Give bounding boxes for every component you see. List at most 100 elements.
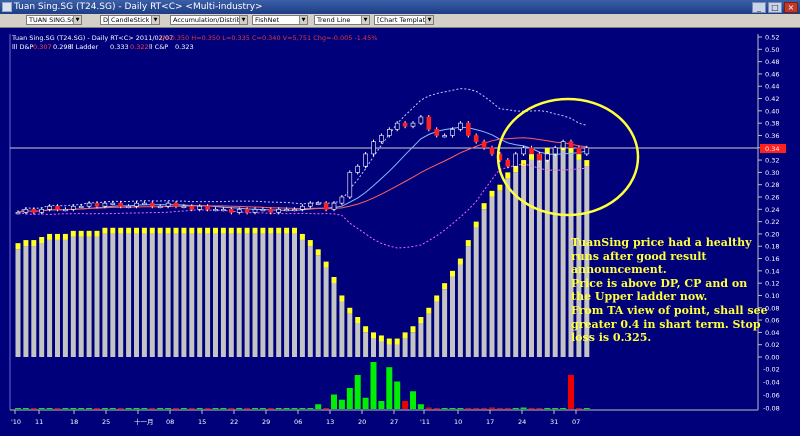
ladder-upper-bar bbox=[410, 326, 416, 333]
ladder-lower-bar bbox=[418, 323, 424, 357]
window-titlebar[interactable]: Tuan Sing.SG (T24.SG) - Daily RT<C> <Mul… bbox=[0, 0, 800, 14]
ladder-lower-bar bbox=[23, 246, 29, 357]
volume-bar bbox=[575, 408, 582, 409]
ladder-lower-bar bbox=[268, 233, 274, 357]
y-tick-label: 0.50 bbox=[765, 46, 779, 54]
price-chart[interactable]: Tuan Sing.SG (T24.SG) - Daily RT<C> 2011… bbox=[0, 28, 800, 436]
ladder-lower-bar bbox=[118, 233, 124, 357]
volume-bar bbox=[473, 408, 480, 409]
ladder-lower-bar bbox=[78, 236, 84, 357]
ladder-lower-bar bbox=[529, 159, 534, 357]
candle bbox=[284, 209, 289, 212]
volume-bar bbox=[46, 408, 53, 409]
candle bbox=[118, 202, 123, 207]
y-tick-label: 0.10 bbox=[765, 292, 779, 300]
ladder-lower-bar bbox=[442, 289, 448, 357]
ladder-lower-bar bbox=[62, 239, 68, 357]
volume-bar bbox=[394, 381, 401, 409]
volume-bar bbox=[560, 408, 567, 409]
indicator-value: 0.322 bbox=[130, 43, 149, 51]
ladder-upper-bar bbox=[220, 227, 226, 234]
y-tick-label: -0.04 bbox=[763, 379, 780, 387]
ladder-upper-bar bbox=[228, 227, 234, 234]
y-tick-label: 0.16 bbox=[765, 255, 779, 263]
x-tick-label: 20 bbox=[358, 418, 366, 426]
volume-bar bbox=[141, 408, 148, 409]
ladder-upper-bar bbox=[426, 307, 432, 314]
y-tick-label: 0.40 bbox=[765, 107, 779, 115]
ladder-upper-bar bbox=[205, 227, 211, 234]
candle bbox=[236, 209, 242, 213]
y-tick-label: -0.06 bbox=[763, 392, 780, 400]
ladder-lower-bar bbox=[213, 233, 218, 357]
ladder-lower-bar bbox=[450, 276, 455, 357]
ladder-upper-bar bbox=[181, 227, 187, 234]
candle bbox=[221, 209, 226, 212]
candle bbox=[442, 135, 447, 138]
ladder-lower-bar bbox=[236, 233, 242, 357]
ladder-lower-bar bbox=[497, 190, 503, 357]
volume-bar bbox=[101, 408, 108, 409]
indicator-label-ladder: ll Ladder bbox=[70, 43, 99, 51]
y-tick-label: 0.30 bbox=[765, 169, 779, 177]
volume-bar bbox=[291, 408, 298, 409]
chevron-down-icon: ▼ bbox=[73, 16, 81, 24]
ladder-upper-bar bbox=[386, 338, 392, 345]
ladder-lower-bar bbox=[70, 236, 76, 357]
ladder-upper-bar bbox=[47, 233, 53, 240]
chart-style-select[interactable]: CandleStick ▼ bbox=[108, 15, 160, 25]
candle bbox=[552, 147, 558, 155]
ladder-lower-bar bbox=[552, 153, 558, 357]
window-title: Tuan Sing.SG (T24.SG) - Daily RT<C> <Mul… bbox=[14, 2, 263, 12]
ladder-upper-bar bbox=[173, 227, 179, 234]
y-tick-label: 0.44 bbox=[765, 83, 779, 91]
ladder-upper-bar bbox=[465, 240, 471, 247]
y-tick-label: 0.12 bbox=[765, 280, 779, 288]
indicator-select-2[interactable]: FishNet ▼ bbox=[252, 15, 308, 25]
ladder-lower-bar bbox=[220, 233, 226, 357]
indicator-label-cp: ll C&P bbox=[149, 43, 168, 51]
annotation-line: From TA view of point, shall see bbox=[571, 303, 768, 317]
y-tick-label: 0.52 bbox=[765, 34, 779, 42]
y-tick-label: 0.42 bbox=[765, 95, 779, 103]
minimize-button[interactable]: _ bbox=[752, 2, 766, 13]
volume-bar bbox=[228, 408, 235, 409]
indicator-select-3[interactable]: Trend Line ▼ bbox=[314, 15, 370, 25]
volume-bar bbox=[117, 408, 124, 409]
volume-bar bbox=[204, 408, 211, 409]
volume-bar bbox=[109, 408, 116, 409]
ladder-upper-bar bbox=[102, 227, 108, 234]
close-button[interactable]: × bbox=[784, 2, 798, 13]
candle bbox=[134, 202, 139, 207]
ladder-upper-bar bbox=[134, 227, 139, 234]
ladder-lower-bar bbox=[402, 338, 408, 357]
ladder-upper-bar bbox=[118, 227, 124, 234]
candle bbox=[276, 209, 282, 213]
ladder-lower-bar bbox=[371, 338, 376, 357]
x-tick-label: 29 bbox=[262, 418, 270, 426]
volume-bar bbox=[275, 408, 282, 409]
maximize-button[interactable]: □ bbox=[768, 2, 782, 13]
current-price-label: 0.34 bbox=[765, 145, 779, 153]
indicator-select-1[interactable]: Accumulation/Distribution▼ bbox=[170, 15, 248, 25]
ladder-lower-bar bbox=[394, 344, 400, 357]
indicator-value: 0.307 bbox=[33, 43, 52, 51]
volume-bar bbox=[346, 388, 353, 409]
template-select[interactable]: [Chart Template] ▼ bbox=[374, 15, 434, 25]
symbol-select[interactable]: TUAN SING.SG ▼ bbox=[26, 15, 82, 25]
volume-bar bbox=[489, 407, 495, 409]
ladder-lower-bar bbox=[228, 233, 234, 357]
ladder-lower-bar bbox=[521, 166, 527, 357]
ladder-upper-bar bbox=[94, 230, 100, 237]
volume-bar bbox=[481, 408, 488, 409]
ladder-lower-bar bbox=[276, 233, 282, 357]
ladder-upper-bar bbox=[418, 317, 424, 323]
ladder-lower-bar bbox=[457, 264, 463, 357]
volume-bar bbox=[552, 408, 559, 409]
candle bbox=[71, 205, 76, 210]
candle bbox=[197, 205, 202, 210]
candle bbox=[181, 205, 187, 209]
x-tick-label: 13 bbox=[326, 418, 334, 426]
x-tick-label: 17 bbox=[486, 418, 494, 426]
ladder-lower-bar bbox=[102, 233, 108, 357]
